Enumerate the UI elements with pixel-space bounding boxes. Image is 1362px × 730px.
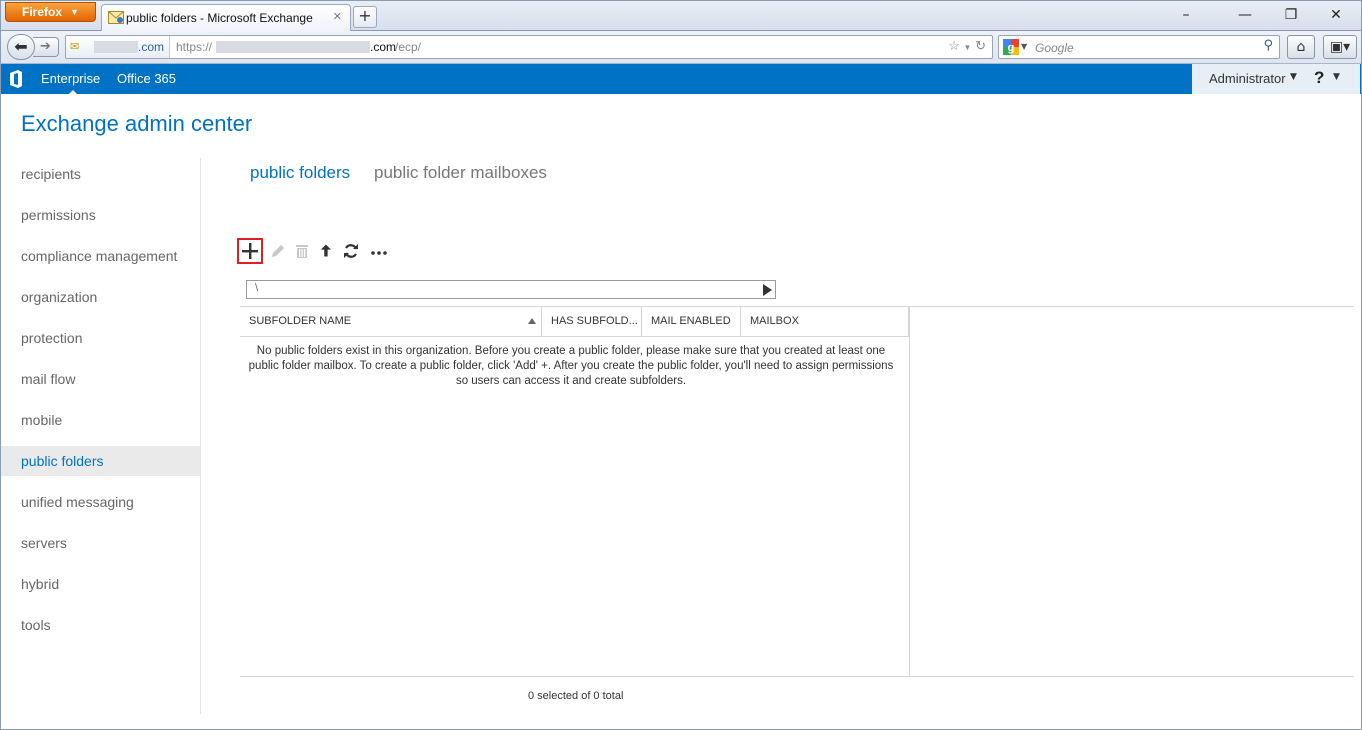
firefox-menu-label: Firefox: [22, 5, 63, 19]
browser-tab[interactable]: public folders - Microsoft Exchange ✕: [101, 4, 351, 32]
move-up-button[interactable]: [313, 238, 339, 264]
sidebar-item-protection[interactable]: protection: [1, 323, 200, 353]
column-header-mail-enabled[interactable]: MAIL ENABLED: [642, 307, 741, 337]
delete-button[interactable]: [289, 238, 315, 264]
sidebar-item-recipients[interactable]: recipients: [1, 159, 200, 189]
sidebar-item-mail-flow[interactable]: mail flow: [1, 364, 200, 394]
add-icon: [242, 243, 258, 259]
folder-path: \: [255, 282, 259, 294]
more-icon: [371, 251, 387, 255]
sidebar-item-compliance-management[interactable]: compliance management: [1, 241, 200, 271]
minimize-icon[interactable]: –: [1171, 5, 1201, 25]
column-label: MAILBOX: [750, 315, 799, 327]
redacted-block: [216, 41, 370, 53]
home-button[interactable]: ⌂: [1287, 35, 1315, 59]
sidebar-item-public-folders[interactable]: public folders: [1, 446, 200, 476]
sidebar-item-unified-messaging[interactable]: unified messaging: [1, 487, 200, 517]
url-domain: .com: [370, 40, 397, 54]
empty-table-message: No public folders exist in this organiza…: [248, 345, 894, 387]
user-menu-button[interactable]: Administrator: [1209, 71, 1286, 86]
url-scheme: https://: [176, 40, 213, 54]
back-arrow-icon: ⬅: [14, 37, 28, 56]
folder-path-bar[interactable]: \: [246, 280, 776, 299]
back-forward-group: ➔ ⬅: [7, 34, 59, 60]
back-button[interactable]: ⬅: [7, 34, 35, 60]
page-title: Exchange admin center: [21, 111, 253, 136]
move-up-icon: [320, 244, 332, 257]
google-icon[interactable]: g: [1003, 39, 1019, 55]
edit-icon: [272, 245, 284, 257]
nav-divider: [200, 158, 201, 714]
add-button[interactable]: [237, 238, 263, 264]
site-identity-label: .com: [138, 40, 165, 54]
minimize-window-button[interactable]: —: [1230, 5, 1260, 25]
firefox-menu-button[interactable]: Firefox ▼: [5, 2, 96, 22]
user-area: Administrator ▼ ? ▼: [1192, 64, 1360, 94]
refresh-button[interactable]: [338, 238, 364, 264]
forward-button[interactable]: ➔: [33, 37, 59, 57]
enterprise-link[interactable]: Enterprise: [41, 71, 100, 86]
redacted-block: [94, 41, 138, 53]
office365-link[interactable]: Office 365: [117, 71, 176, 86]
close-window-button[interactable]: ✕: [1321, 5, 1351, 25]
tab-public-folders[interactable]: public folders: [250, 163, 350, 183]
details-pane-divider: [909, 307, 910, 676]
sidebar-item-mobile[interactable]: mobile: [1, 405, 200, 435]
tab-public-folder-mailboxes[interactable]: public folder mailboxes: [374, 163, 547, 183]
exchange-mail-icon: [108, 11, 124, 24]
selection-status: 0 selected of 0 total: [528, 690, 624, 702]
url-bar-icons: ☆ ▼ ↻: [948, 38, 986, 54]
chevron-down-icon[interactable]: ▼: [1333, 72, 1340, 82]
office-logo-icon[interactable]: [9, 70, 23, 88]
browser-titlebar: Firefox ▼ public folders - Microsoft Exc…: [0, 0, 1362, 32]
svg-text:g: g: [1008, 42, 1015, 54]
column-label: SUBFOLDER NAME: [249, 315, 352, 327]
url-path: /ecp/: [395, 40, 422, 54]
sidebar-item-tools[interactable]: tools: [1, 610, 200, 640]
column-label: HAS SUBFOLD...: [551, 315, 638, 327]
bookmarks-menu-icon: ▣▾: [1329, 39, 1351, 55]
search-bar[interactable]: g ▼ Google ⚲: [998, 35, 1280, 59]
column-header-has-subfolders[interactable]: HAS SUBFOLD...: [542, 307, 642, 337]
chevron-down-icon[interactable]: ▼: [1290, 72, 1297, 82]
grid-bottom-border: [240, 676, 1354, 677]
column-label: MAIL ENABLED: [651, 315, 731, 327]
edit-button[interactable]: [265, 238, 291, 264]
new-tab-button[interactable]: +: [353, 6, 377, 28]
delete-icon: [296, 245, 308, 258]
search-placeholder: Google: [1035, 41, 1074, 55]
table-header: SUBFOLDER NAME HAS SUBFOLD... MAIL ENABL…: [240, 307, 909, 337]
site-identity-button[interactable]: ✉ .com: [66, 36, 170, 58]
address-bar[interactable]: ✉ .com https:// .com /ecp/ ☆ ▼ ↻: [65, 35, 993, 59]
tab-title: public folders - Microsoft Exchange: [126, 11, 313, 25]
chevron-down-icon: ▼: [70, 7, 79, 17]
bookmark-star-icon[interactable]: ☆: [948, 38, 960, 53]
content-frame: [0, 94, 1362, 730]
home-icon: ⌂: [1296, 39, 1306, 55]
url-dropdown-icon[interactable]: ▼: [964, 43, 972, 52]
more-button[interactable]: [366, 238, 392, 264]
sidebar-item-permissions[interactable]: permissions: [1, 200, 200, 230]
reload-icon[interactable]: ↻: [975, 38, 986, 53]
sidebar-item-hybrid[interactable]: hybrid: [1, 569, 200, 599]
help-icon[interactable]: ?: [1314, 68, 1324, 88]
play-arrow-icon[interactable]: [763, 284, 772, 296]
search-icon[interactable]: ⚲: [1263, 38, 1273, 53]
tab-close-icon[interactable]: ✕: [333, 10, 342, 23]
sidebar-item-servers[interactable]: servers: [1, 528, 200, 558]
column-header-mailbox[interactable]: MAILBOX: [741, 307, 909, 337]
restore-window-button[interactable]: ❐: [1276, 5, 1306, 25]
sidebar-item-organization[interactable]: organization: [1, 282, 200, 312]
browser-navbar: ➔ ⬅ ✉ .com https:// .com /ecp/ ☆ ▼ ↻ g ▼…: [0, 31, 1362, 64]
site-favicon-icon: ✉: [70, 41, 80, 53]
o365-header: Enterprise Office 365 Administrator ▼ ? …: [0, 64, 1362, 94]
refresh-icon: [344, 244, 358, 258]
bookmarks-button[interactable]: ▣▾: [1323, 35, 1357, 59]
forward-arrow-icon: ➔: [40, 39, 51, 54]
column-header-subfolder-name[interactable]: SUBFOLDER NAME: [240, 307, 542, 337]
sort-ascending-icon: [528, 318, 536, 324]
search-engine-dropdown-icon[interactable]: ▼: [1021, 42, 1027, 51]
